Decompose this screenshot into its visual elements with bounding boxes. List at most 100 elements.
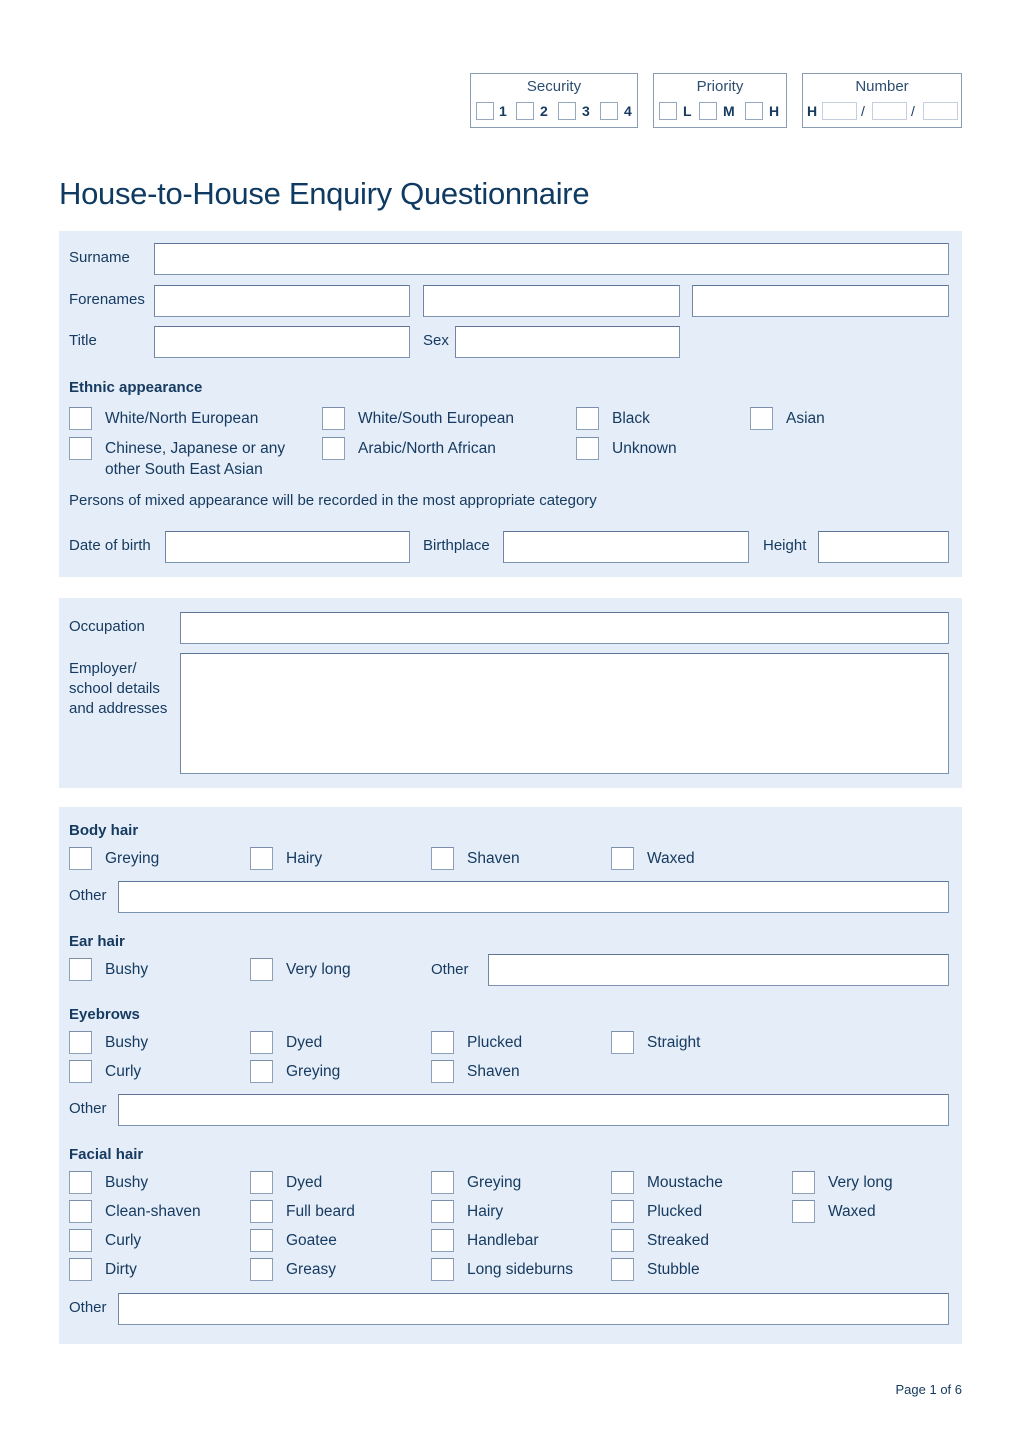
ethnic-asian-checkbox[interactable] [750,407,773,430]
facial-hair-streaked-label: Streaked [647,1232,710,1249]
number-field-2[interactable] [872,102,907,120]
eyebrows-shaven-checkbox[interactable] [431,1060,454,1083]
eyebrows-straight-checkbox[interactable] [611,1031,634,1054]
facial-hair-dirty-checkbox[interactable] [69,1258,92,1281]
priority-medium-label: M [723,103,735,119]
facial-hair-goatee-checkbox[interactable] [250,1229,273,1252]
forename-field-2[interactable] [423,285,680,317]
priority-low-label: L [683,103,692,119]
ethnic-white-south-european-checkbox[interactable] [322,407,345,430]
eyebrows-heading: Eyebrows [69,1006,140,1023]
facial-hair-greying-checkbox[interactable] [431,1171,454,1194]
facial-hair-plucked-checkbox[interactable] [611,1200,634,1223]
sex-field[interactable] [455,326,680,358]
sex-label: Sex [423,332,449,349]
ethnic-asian-label: Asian [786,410,825,427]
security-1-checkbox[interactable] [476,102,494,120]
priority-high-checkbox[interactable] [745,102,763,120]
title-field[interactable] [154,326,410,358]
facial-hair-hairy-checkbox[interactable] [431,1200,454,1223]
facial-hair-full-beard-label: Full beard [286,1203,355,1220]
eyebrows-other-field[interactable] [118,1094,949,1126]
eyebrows-plucked-checkbox[interactable] [431,1031,454,1054]
facial-hair-curly-checkbox[interactable] [69,1229,92,1252]
title-label: Title [69,332,97,349]
eyebrows-straight-label: Straight [647,1034,701,1051]
ear-hair-very-long-checkbox[interactable] [250,958,273,981]
number-prefix: H [807,103,818,119]
personal-details-panel: Surname Forenames Title Sex Ethnic appea… [59,231,962,577]
facial-hair-bushy-checkbox[interactable] [69,1171,92,1194]
employer-details-textarea[interactable] [180,653,949,774]
ear-hair-other-field[interactable] [488,954,949,986]
eyebrows-curly-checkbox[interactable] [69,1060,92,1083]
surname-field[interactable] [154,243,949,275]
number-field-3[interactable] [923,102,958,120]
priority-low-checkbox[interactable] [659,102,677,120]
body-hair-shaven-label: Shaven [467,850,520,867]
security-2-checkbox[interactable] [516,102,534,120]
priority-medium-checkbox[interactable] [699,102,717,120]
height-field[interactable] [818,531,949,563]
eyebrows-plucked-label: Plucked [467,1034,523,1051]
ethnic-white-north-european-checkbox[interactable] [69,407,92,430]
number-label: Number [855,78,909,95]
facial-hair-dyed-label: Dyed [286,1174,323,1191]
ear-hair-heading: Ear hair [69,933,125,950]
eyebrows-other-label: Other [69,1100,107,1117]
eyebrows-dyed-checkbox[interactable] [250,1031,273,1054]
ethnic-unknown-checkbox[interactable] [576,437,599,460]
facial-hair-very-long-checkbox[interactable] [792,1171,815,1194]
body-hair-greying-checkbox[interactable] [69,847,92,870]
ethnic-east-asian-checkbox[interactable] [69,437,92,460]
facial-hair-dyed-checkbox[interactable] [250,1171,273,1194]
ethnic-white-north-european-label: White/North European [105,410,259,427]
priority-label: Priority [696,78,744,95]
number-field-1[interactable] [822,102,857,120]
birthplace-field[interactable] [503,531,749,563]
security-3-checkbox[interactable] [558,102,576,120]
facial-hair-hairy-label: Hairy [467,1203,504,1220]
ear-hair-very-long-label: Very long [286,961,351,978]
eyebrows-greying-checkbox[interactable] [250,1060,273,1083]
occupation-panel: Occupation Employer/ school details and … [59,598,962,788]
facial-hair-waxed-checkbox[interactable] [792,1200,815,1223]
security-label: Security [526,78,582,95]
ear-hair-bushy-checkbox[interactable] [69,958,92,981]
ethnic-black-checkbox[interactable] [576,407,599,430]
facial-hair-long-sideburns-checkbox[interactable] [431,1258,454,1281]
eyebrows-bushy-label: Bushy [105,1034,149,1051]
security-2-label: 2 [540,103,548,119]
body-hair-other-field[interactable] [118,881,949,913]
occupation-field[interactable] [180,612,949,644]
facial-hair-plucked-label: Plucked [647,1203,703,1220]
forename-field-1[interactable] [154,285,410,317]
body-hair-hairy-checkbox[interactable] [250,847,273,870]
facial-hair-clean-shaven-label: Clean-shaven [105,1203,201,1220]
facial-hair-handlebar-label: Handlebar [467,1232,539,1249]
facial-hair-handlebar-checkbox[interactable] [431,1229,454,1252]
facial-hair-stubble-checkbox[interactable] [611,1258,634,1281]
facial-hair-streaked-checkbox[interactable] [611,1229,634,1252]
facial-hair-greasy-checkbox[interactable] [250,1258,273,1281]
facial-hair-bushy-label: Bushy [105,1174,149,1191]
ethnic-arabic-north-african-checkbox[interactable] [322,437,345,460]
body-hair-shaven-checkbox[interactable] [431,847,454,870]
surname-label: Surname [69,249,130,266]
forename-field-3[interactable] [692,285,949,317]
facial-hair-clean-shaven-checkbox[interactable] [69,1200,92,1223]
birthplace-label: Birthplace [423,537,490,554]
facial-hair-full-beard-checkbox[interactable] [250,1200,273,1223]
date-of-birth-field[interactable] [165,531,410,563]
facial-hair-very-long-label: Very long [828,1174,893,1191]
facial-hair-curly-label: Curly [105,1232,142,1249]
security-4-checkbox[interactable] [600,102,618,120]
ethnic-appearance-heading: Ethnic appearance [69,379,203,396]
facial-hair-moustache-checkbox[interactable] [611,1171,634,1194]
body-hair-waxed-checkbox[interactable] [611,847,634,870]
eyebrows-bushy-checkbox[interactable] [69,1031,92,1054]
security-3-label: 3 [582,103,590,119]
facial-hair-other-field[interactable] [118,1293,949,1325]
body-hair-greying-label: Greying [105,850,160,867]
facial-hair-greying-label: Greying [467,1174,522,1191]
